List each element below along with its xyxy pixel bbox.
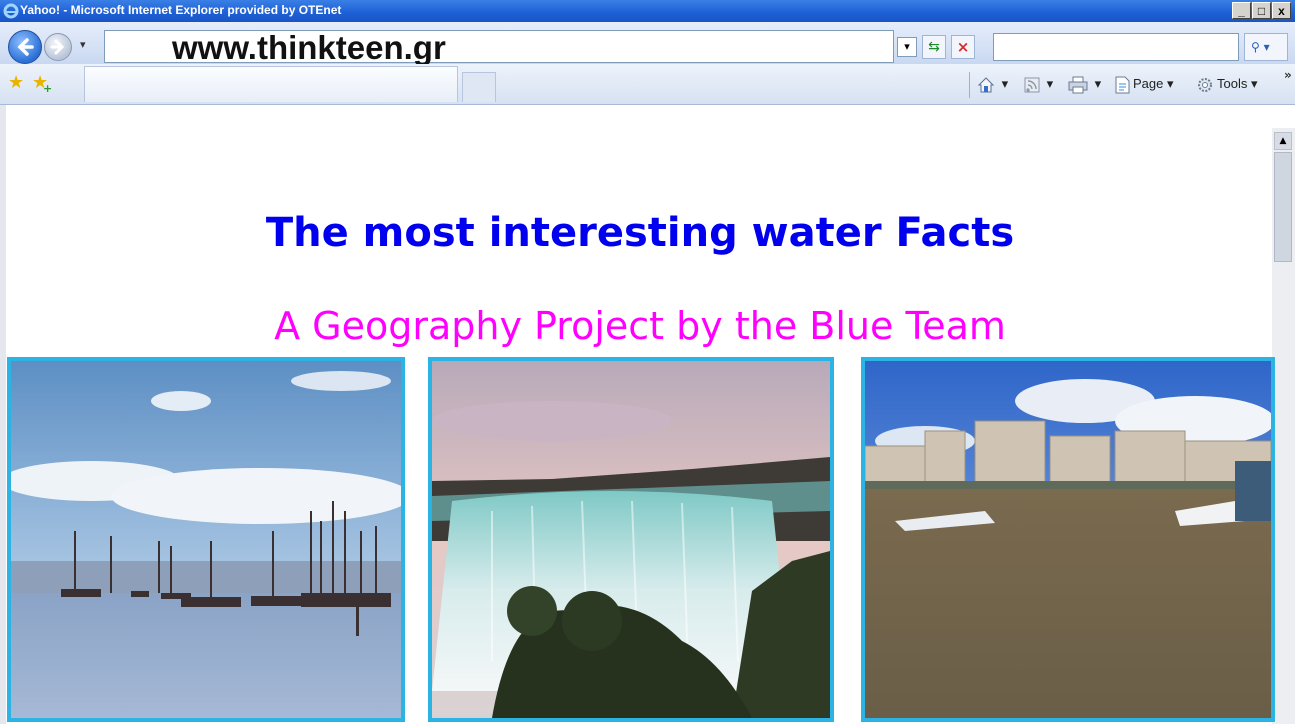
search-icon: ⚲ ▾: [1251, 40, 1270, 54]
photo-waterfall: [428, 357, 834, 722]
page-menu[interactable]: Page ▾: [1114, 74, 1174, 94]
tools-menu[interactable]: Tools ▾: [1196, 74, 1258, 94]
stop-button[interactable]: ×: [951, 35, 975, 59]
minimize-button[interactable]: _: [1232, 2, 1251, 19]
refresh-icon: ⇆: [928, 39, 940, 55]
tools-icon: [1198, 77, 1212, 92]
new-tab-button[interactable]: [462, 72, 496, 102]
command-bar: ★ ★ + ▾ ▾ ▾ Page ▾ Tools ▾ »: [0, 64, 1295, 105]
scroll-up-arrow-icon[interactable]: ▲: [1274, 132, 1292, 150]
toolbar-separator: [969, 72, 970, 98]
refresh-button[interactable]: ⇆: [922, 35, 946, 59]
stop-icon: ×: [956, 38, 970, 56]
maximize-button[interactable]: □: [1252, 2, 1271, 19]
search-button[interactable]: ⚲ ▾: [1244, 33, 1288, 61]
feeds-icon: [1024, 77, 1040, 93]
address-dropdown-icon[interactable]: ▾: [897, 37, 917, 57]
page-headline: The most interesting water Facts: [265, 210, 1015, 256]
home-button[interactable]: ▾: [977, 74, 1008, 94]
feeds-button[interactable]: ▾: [1024, 74, 1053, 94]
window-controls: _ □ x: [1232, 2, 1291, 19]
photo-river-city: [861, 357, 1275, 722]
forward-button[interactable]: [44, 33, 72, 61]
back-arrow-icon: [17, 38, 34, 56]
internet-explorer-icon: [3, 3, 19, 19]
address-url[interactable]: www.thinkteen.gr: [172, 30, 446, 66]
home-icon: [977, 76, 995, 93]
page-icon: [1115, 76, 1130, 94]
page-subtitle: A Geography Project by the Blue Team: [274, 304, 1006, 348]
print-button[interactable]: ▾: [1068, 74, 1101, 94]
favorites-star-icon[interactable]: ★: [8, 74, 26, 92]
back-button[interactable]: [8, 30, 42, 64]
forward-arrow-icon: [50, 39, 65, 55]
tab-active[interactable]: [84, 66, 458, 102]
window-title-bar[interactable]: Yahoo! - Microsoft Internet Explorer pro…: [0, 0, 1295, 22]
add-favorites-icon[interactable]: ★ +: [32, 74, 52, 96]
more-commands-chevron-icon[interactable]: »: [1284, 68, 1292, 82]
close-button[interactable]: x: [1272, 2, 1291, 19]
search-input[interactable]: [993, 33, 1239, 61]
recent-pages-dropdown-icon[interactable]: ▾: [80, 38, 86, 51]
photo-sailboats-lake: [7, 357, 405, 722]
window-title: Yahoo! - Microsoft Internet Explorer pro…: [20, 3, 342, 17]
print-icon: [1068, 76, 1088, 94]
